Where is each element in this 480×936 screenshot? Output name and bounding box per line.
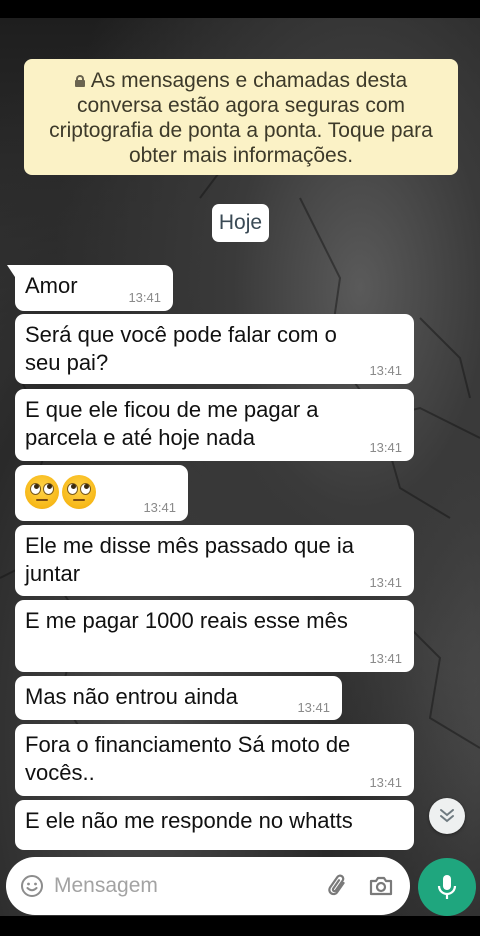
encryption-notice[interactable]: As mensagens e chamadas desta conversa e… — [24, 59, 458, 175]
message-time: 13:41 — [143, 500, 176, 515]
message-input[interactable] — [54, 871, 304, 901]
message-time: 13:41 — [369, 363, 402, 378]
emoji-icon[interactable] — [20, 874, 44, 898]
date-chip: Hoje — [212, 204, 269, 242]
voice-message-button[interactable] — [418, 858, 476, 916]
message-bubble[interactable]: Mas não entrou ainda 13:41 — [15, 676, 342, 720]
message-text: E que ele ficou de me pagar a parcela e … — [25, 397, 319, 450]
message-bubble[interactable]: E ele não me responde no whatts — [15, 800, 414, 850]
camera-icon[interactable] — [367, 872, 395, 900]
message-text: E me pagar 1000 reais esse mês — [25, 608, 348, 633]
navigation-bar — [0, 916, 480, 936]
message-bubble[interactable]: E me pagar 1000 reais esse mês 13:41 — [15, 600, 414, 672]
message-text: Mas não entrou ainda — [25, 684, 238, 709]
message-bubble[interactable]: Amor 13:41 — [7, 265, 173, 311]
message-time: 13:41 — [369, 440, 402, 455]
status-bar — [0, 0, 480, 18]
encryption-notice-text: As mensagens e chamadas desta conversa e… — [49, 69, 433, 167]
message-time: 13:41 — [369, 775, 402, 790]
mic-icon — [437, 875, 457, 899]
message-bubble[interactable]: E que ele ficou de me pagar a parcela e … — [15, 389, 414, 461]
message-time: 13:41 — [297, 700, 330, 715]
message-text: E ele não me responde no whatts — [25, 808, 353, 833]
scroll-to-bottom-button[interactable] — [429, 798, 465, 834]
message-time: 13:41 — [369, 651, 402, 666]
message-composer — [6, 857, 410, 915]
message-bubble[interactable]: 13:41 — [15, 465, 188, 521]
message-time: 13:41 — [128, 290, 161, 305]
message-text: Fora o financiamento Sá moto de vocês.. — [25, 732, 351, 785]
message-text: Será que você pode falar com o seu pai? — [25, 322, 337, 375]
paperclip-icon[interactable] — [324, 872, 352, 900]
message-bubble[interactable]: Ele me disse mês passado que ia juntar 1… — [15, 525, 414, 596]
message-bubble[interactable]: Fora o financiamento Sá moto de vocês.. … — [15, 724, 414, 796]
message-time: 13:41 — [369, 575, 402, 590]
message-bubble[interactable]: Será que você pode falar com o seu pai? … — [15, 314, 414, 384]
lock-icon — [74, 75, 85, 87]
chevron-double-down-icon — [440, 809, 454, 823]
message-text: Ele me disse mês passado que ia juntar — [25, 533, 354, 586]
bubble-tail — [7, 265, 15, 277]
face-with-rolling-eyes-icon — [62, 475, 96, 509]
face-with-rolling-eyes-icon — [25, 475, 59, 509]
